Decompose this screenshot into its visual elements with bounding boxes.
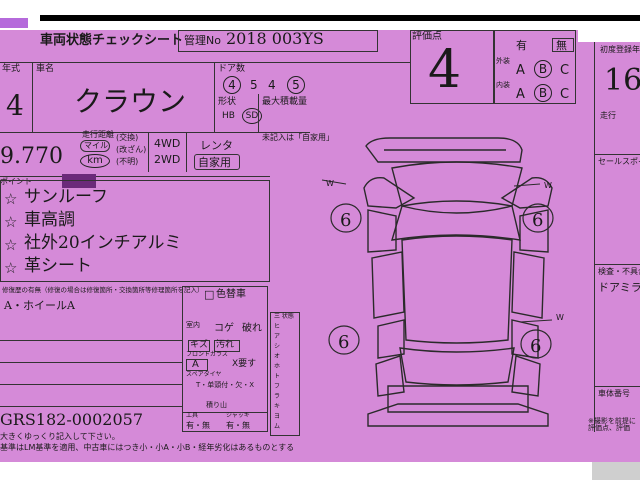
damage-mark: 6 [340, 210, 351, 231]
damage-mark: 6 [530, 336, 541, 357]
damage-annotation: W [326, 179, 334, 188]
damage-mark: 6 [532, 210, 543, 231]
car-damage-diagram: 6 6 6 6 W W W [321, 137, 564, 427]
damage-annotation: W [556, 313, 564, 322]
damage-mark: 6 [338, 332, 349, 353]
damage-annotation: W [544, 181, 552, 190]
